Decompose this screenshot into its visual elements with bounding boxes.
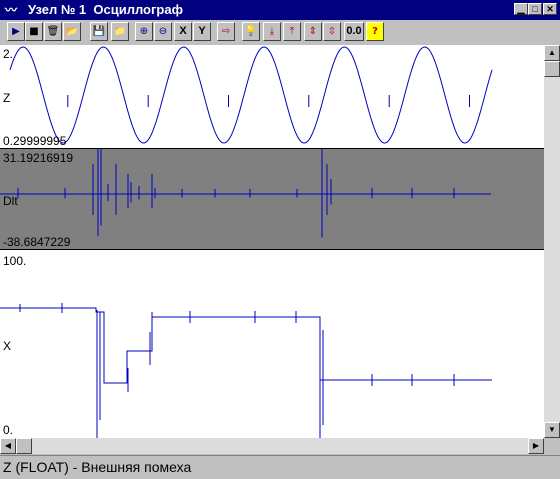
folder-icon: 📂 [65,26,79,37]
plot-z-ymin: 0.29999995 [3,134,67,148]
zoom-in-icon: ⊕ [139,26,149,37]
save-button[interactable]: 💾 [90,22,108,41]
plot-dlt-ymax: 31.19216919 [3,151,74,165]
bulb-button[interactable]: 💡 [242,22,260,41]
stop-button[interactable]: ■ [25,22,43,41]
marker-range-button[interactable]: ⇕ [304,22,322,41]
delete-button[interactable]: 🗑 [44,22,62,41]
stop-icon: ■ [29,26,39,37]
marker-down-icon: ⤓ [269,26,275,37]
floppy-icon: 💾 [92,26,106,37]
toolbar: ▶ ■ 🗑 📂 💾 📁 ⊕ ⊖ X Y ⇨ 💡 ⤓ ⤒ ⇕ ⇳ 0.0? [0,21,560,43]
oscilloscope-icon[interactable]: 〰 [3,2,19,18]
x-axis-button[interactable]: X [174,22,192,41]
plot-x: 100. X 0. [0,250,544,438]
horizontal-scroll-thumb[interactable] [16,438,32,454]
open-button[interactable]: 📁 [111,22,129,41]
y-axis-button[interactable]: Y [193,22,211,41]
marker-fit-button[interactable]: ⇳ [323,22,341,41]
minimize-icon[interactable]: ▁ [514,3,528,15]
open-folder-button[interactable]: 📂 [63,22,81,41]
marker-range-icon: ⇕ [308,26,318,37]
plot-x-series-name: X [3,339,12,353]
horizontal-scrollbar[interactable]: ◀ ▶ [0,438,544,454]
plot-area: 2. Z 0.29999995 31.19216919 Dlt -38.6847… [0,45,544,438]
marker-down-button[interactable]: ⤓ [263,22,281,41]
zero-button[interactable]: 0.0 [344,22,364,41]
z-glitch-marks [67,95,470,107]
scroll-up-icon[interactable]: ▲ [544,45,560,61]
zero-value-icon: 0.0 [346,25,362,37]
marker-up-button[interactable]: ⤒ [283,22,301,41]
plot-dlt-svg [0,149,491,238]
scroll-down-icon[interactable]: ▼ [544,422,560,438]
scroll-right-icon[interactable]: ▶ [528,438,544,454]
z-signal-line [9,46,493,144]
title-bar[interactable]: 〰 Узел № 1 Осциллограф ▁ □ ✕ [0,0,560,20]
plot-dlt: 31.19216919 Dlt -38.6847229 [0,149,544,249]
scrollbar-corner [544,438,560,454]
status-bar: Z (FLOAT) - Внешняя помеха [0,455,560,479]
plot-x-ymax: 100. [3,254,27,268]
export-button[interactable]: ⇨ [217,22,235,41]
open-folder-icon: 📁 [113,26,127,37]
x-signal-line [0,307,492,384]
marker-up-icon: ⤒ [289,26,295,37]
export-icon: ⇨ [221,26,231,37]
zoom-out-button[interactable]: ⊖ [154,22,172,41]
play-icon: ▶ [12,26,20,37]
plot-z: 2. Z 0.29999995 [0,45,544,148]
plot-z-ymax: 2. [3,47,14,61]
vertical-scroll-thumb[interactable] [544,61,560,77]
help-icon: ? [372,26,378,37]
plot-divider [0,249,544,250]
bulb-icon: 💡 [244,26,258,37]
y-axis-icon: Y [198,25,206,37]
plot-x-svg [0,303,492,438]
plot-x-ymin: 0. [3,423,14,437]
window-title: Узел № 1 Осциллограф [28,2,183,17]
zoom-in-button[interactable]: ⊕ [135,22,153,41]
plot-z-series-name: Z [3,91,11,105]
marker-fit-icon: ⇳ [327,26,337,37]
trash-icon: 🗑 [46,26,60,37]
close-icon[interactable]: ✕ [543,3,557,15]
oscilloscope-window: 〰 Узел № 1 Осциллограф ▁ □ ✕ ▶ ■ 🗑 📂 💾 📁 ⊕ ⊖ X Y ⇨… [0,0,560,479]
dlt-spikes [17,149,455,238]
help-button[interactable]: ? [366,22,384,41]
zoom-out-icon: ⊖ [158,26,168,37]
plot-z-svg [9,46,493,144]
x-axis-icon: X [179,25,187,37]
play-button[interactable]: ▶ [7,22,25,41]
plot-dlt-series-name: Dlt [3,194,18,208]
plot-dlt-ymin: -38.6847229 [3,235,71,249]
x-spike-marks [19,303,455,438]
vertical-scrollbar[interactable]: ▲ ▼ [544,45,560,438]
plot-divider [0,148,544,149]
status-text: Z (FLOAT) - Внешняя помеха [3,459,192,475]
maximize-icon[interactable]: □ [528,3,542,15]
scroll-left-icon[interactable]: ◀ [0,438,16,454]
